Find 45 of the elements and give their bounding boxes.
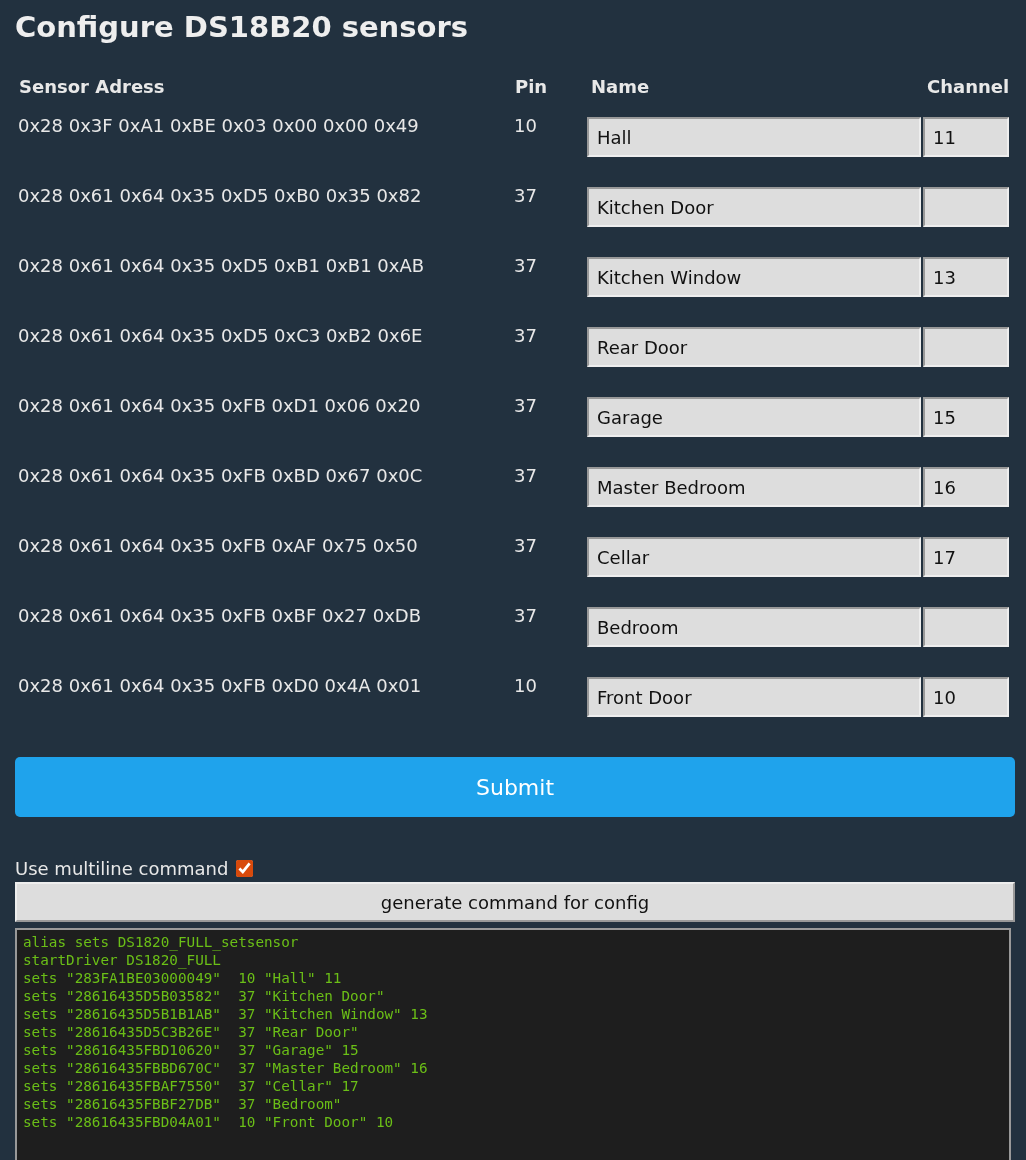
- name-field[interactable]: Garage: [587, 397, 921, 437]
- column-header: Sensor Adress: [19, 76, 165, 97]
- sensor-address: 0x28 0x61 0x64 0x35 0xD5 0xB1 0xB1 0xAB: [18, 255, 425, 276]
- pin-number: 37: [514, 605, 537, 626]
- sensor-address: 0x28 0x61 0x64 0x35 0xD5 0xB0 0x35 0x82: [18, 185, 422, 206]
- sensor-address: 0x28 0x3F 0xA1 0xBE 0x03 0x00 0x00 0x49: [18, 115, 419, 136]
- pin-number: 10: [514, 115, 537, 136]
- name-field[interactable]: Front Door: [587, 677, 921, 717]
- name-field[interactable]: Cellar: [587, 537, 921, 577]
- name-field[interactable]: Bedroom: [587, 607, 921, 647]
- channel-field[interactable]: 13: [923, 257, 1009, 297]
- sensor-address: 0x28 0x61 0x64 0x35 0xFB 0xD1 0x06 0x20: [18, 395, 421, 416]
- pin-number: 37: [514, 535, 537, 556]
- channel-field[interactable]: 17: [923, 537, 1009, 577]
- pin-number: 37: [514, 395, 537, 416]
- sensor-address: 0x28 0x61 0x64 0x35 0xFB 0xD0 0x4A 0x01: [18, 675, 422, 696]
- name-field[interactable]: Master Bedroom: [587, 467, 921, 507]
- checkbox-label: Use multiline command: [15, 856, 229, 881]
- column-header: Channel: [927, 76, 1010, 97]
- channel-field[interactable]: [923, 187, 1009, 227]
- pin-number: 37: [514, 185, 537, 206]
- channel-field[interactable]: 11: [923, 117, 1009, 157]
- channel-field[interactable]: [923, 607, 1009, 647]
- generate-button[interactable]: generate command for config: [15, 882, 1015, 922]
- sensor-address: 0x28 0x61 0x64 0x35 0xFB 0xAF 0x75 0x50: [18, 535, 418, 556]
- multiline-checkbox[interactable]: [236, 859, 254, 877]
- page-title: Configure DS18B20 sensors: [15, 9, 469, 46]
- command-output[interactable]: alias sets DS1820_FULL_setsensor startDriver DS1820_FULL sets "283FA1BE03000049" 10 "Hall" 11 sets "28616435D5B03582" 37 "Kitchen Door" sets "28616435D5B1B1AB" 37 "Kitchen Window" 13 sets "28616435D5C3B26E" 37 "Rear Door" sets "28616435FBD10620" 37 "Garage" 15 sets "28616435FBBD670C" 37 "Master Bedroom" 16 sets "28616435FBAF7550" 37 "Cellar" 17 sets "28616435FBBF27DB" 37 "Bedroom" sets "28616435FBD04A01" 10 "Front Door" 10: [15, 928, 1011, 1160]
- sensor-address: 0x28 0x61 0x64 0x35 0xD5 0xC3 0xB2 0x6E: [18, 325, 423, 346]
- channel-field[interactable]: 15: [923, 397, 1009, 437]
- channel-field[interactable]: 10: [923, 677, 1009, 717]
- name-field[interactable]: Kitchen Door: [587, 187, 921, 227]
- pin-number: 37: [514, 325, 537, 346]
- sensor-address: 0x28 0x61 0x64 0x35 0xFB 0xBF 0x27 0xDB: [18, 605, 422, 626]
- pin-number: 37: [514, 255, 537, 276]
- sensor-address: 0x28 0x61 0x64 0x35 0xFB 0xBD 0x67 0x0C: [18, 465, 423, 486]
- name-field[interactable]: Rear Door: [587, 327, 921, 367]
- pin-number: 37: [514, 465, 537, 486]
- column-header: Name: [591, 76, 650, 97]
- pin-number: 10: [514, 675, 537, 696]
- channel-field[interactable]: [923, 327, 1009, 367]
- channel-field[interactable]: 16: [923, 467, 1009, 507]
- column-header: Pin: [515, 76, 548, 97]
- name-field[interactable]: Hall: [587, 117, 921, 157]
- name-field[interactable]: Kitchen Window: [587, 257, 921, 297]
